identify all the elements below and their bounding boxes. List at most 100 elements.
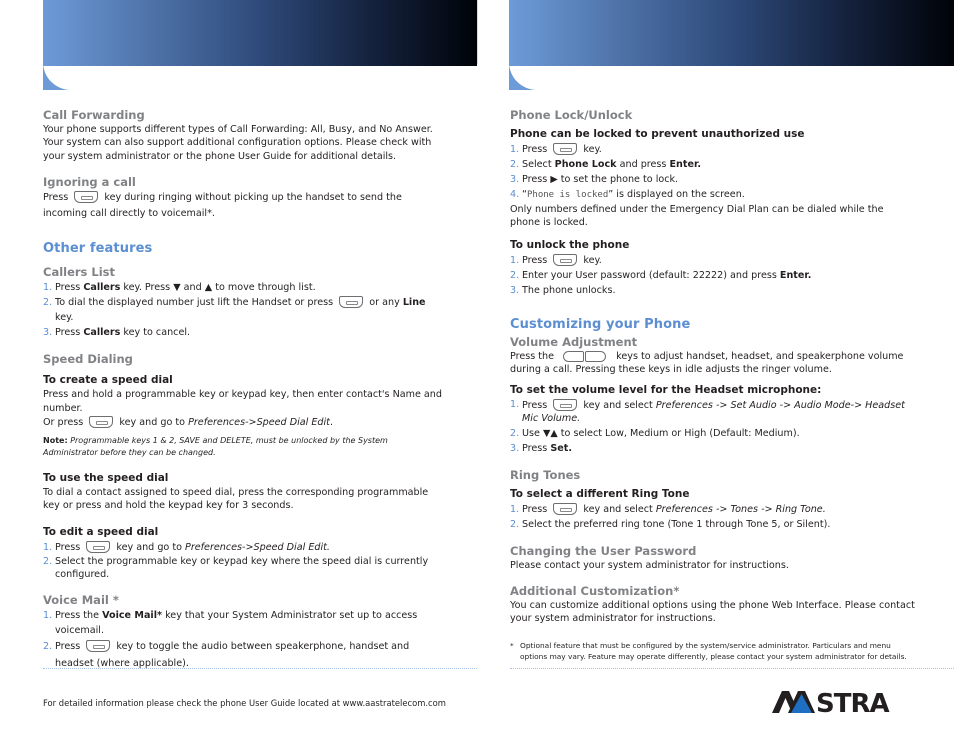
text-fragment: Press: [522, 174, 551, 185]
options-key-icon: [553, 143, 578, 155]
text-fragment: key to cancel.: [120, 327, 191, 339]
text-fragment: Use: [522, 427, 543, 439]
text-fragment: Select the preferred ring tone (Tone 1 t…: [522, 518, 831, 530]
voice-mail-steps: 1. Press the Voice Mail* key that your S…: [43, 608, 443, 672]
speaker-key-icon: [339, 296, 364, 309]
right-content: Phone Lock/Unlock Phone can be locked to…: [510, 108, 915, 662]
text-fragment: To dial the displayed number just lift t…: [55, 297, 337, 309]
text-fragment: Press: [522, 144, 548, 155]
set-label: Set.: [550, 442, 572, 454]
additional-text: You can customize additional options usi…: [510, 599, 915, 625]
text-fragment: Select: [522, 159, 555, 170]
text-fragment: to set the phone to lock.: [557, 174, 679, 185]
footer-text: For detailed information please check th…: [43, 698, 446, 708]
screen-message: Phone is locked: [526, 190, 609, 200]
list-item: 1. Press the Voice Mail* key that your S…: [43, 608, 443, 638]
note-label: Note:: [43, 435, 68, 445]
options-key-icon: [553, 502, 578, 515]
use-speed-dial-text: To dial a contact assigned to speed dial…: [43, 486, 429, 512]
banner-curve: [509, 66, 537, 90]
text-fragment: key and select: [583, 399, 653, 411]
unlock-steps: 1. Press key. 2. Enter your User passwor…: [510, 253, 915, 298]
step-number: 1.: [43, 610, 53, 622]
step-number: 2.: [510, 427, 520, 439]
text-fragment: Press: [522, 254, 548, 266]
voicemail-key-icon: [74, 190, 99, 203]
step-number: 2.: [43, 555, 53, 567]
additional-heading: Additional Customization*: [510, 583, 680, 598]
text-fragment: to select Low, Medium or High (Default: …: [557, 427, 800, 439]
dotted-separator: [510, 668, 954, 669]
list-item: 1. Press key and select Preferences -> T…: [510, 502, 915, 517]
call-forwarding-text: Your phone supports different types of C…: [43, 124, 433, 162]
text-fragment: key and go to: [119, 416, 185, 428]
list-item: 1. Press Callers key. Press ▼ and ▲ to m…: [43, 280, 443, 295]
text-fragment: and: [180, 282, 205, 294]
password-text: Please contact your system administrator…: [510, 559, 789, 571]
footnote-text: Optional feature that must be configured…: [520, 640, 907, 661]
down-arrow-icon: ▼: [173, 282, 181, 294]
step-number: 1.: [43, 282, 53, 294]
text-fragment: Press: [55, 541, 81, 553]
step-number: 1.: [43, 541, 53, 553]
unlock-subheading: To unlock the phone: [510, 238, 630, 251]
text-fragment: or any: [366, 297, 403, 309]
edit-speed-dial-steps: 1. Press key and go to Preferences->Spee…: [43, 540, 443, 582]
phone-lock-label: Phone Lock: [554, 159, 617, 170]
speaker-key-icon: [86, 640, 111, 653]
up-down-arrows-icon: ▼▲: [542, 427, 558, 439]
list-item: 1. Press key and select Preferences -> S…: [510, 398, 915, 426]
text-fragment: Press: [522, 442, 551, 454]
text-fragment: Press: [55, 641, 81, 653]
other-features-heading: Other features: [43, 240, 153, 256]
lock-subheading: Phone can be locked to prevent unauthori…: [510, 128, 805, 140]
use-speed-dial-heading: To use the speed dial: [43, 471, 169, 484]
ignoring-call-heading: Ignoring a call: [43, 174, 136, 189]
list-item: 3. The phone unlocks.: [510, 283, 915, 298]
list-item: 2. Select Phone Lock and press Enter.: [510, 157, 915, 172]
lock-note: Only numbers defined under the Emergency…: [510, 204, 884, 229]
callers-key-label: Callers: [83, 327, 121, 339]
create-speed-dial-heading: To create a speed dial: [43, 374, 173, 387]
line-key-label: Line: [402, 297, 426, 309]
aastra-logo: STRA: [772, 689, 890, 715]
phone-lock-heading: Phone Lock/Unlock: [510, 108, 633, 122]
ring-tone-subheading: To select a different Ring Tone: [510, 487, 690, 500]
options-key-icon: [86, 540, 111, 553]
text-fragment: ” is displayed on the screen.: [608, 189, 745, 200]
text-fragment: Enter your User password (default: 22222…: [522, 269, 780, 281]
step-number: 4.: [510, 189, 520, 200]
right-arrow-icon: ▶: [550, 174, 558, 185]
step-number: 2.: [43, 297, 53, 309]
callers-list-heading: Callers List: [43, 265, 116, 280]
step-number: 3.: [43, 327, 53, 339]
list-item: 2. Select the programmable key or keypad…: [43, 555, 443, 582]
ring-tones-heading: Ring Tones: [510, 467, 581, 482]
list-item: 2. Enter your User password (default: 22…: [510, 268, 915, 283]
options-key-icon: [89, 415, 114, 428]
enter-label: Enter.: [669, 159, 701, 170]
list-item: 2. Use ▼▲ to select Low, Medium or High …: [510, 426, 915, 441]
banner-curve: [43, 66, 71, 90]
text-fragment: Or press: [43, 416, 84, 428]
step-number: 1.: [510, 503, 520, 515]
step-number: 3.: [510, 174, 520, 185]
list-item: 2. Select the preferred ring tone (Tone …: [510, 517, 915, 532]
text-fragment: Select the programmable key or keypad ke…: [55, 555, 429, 580]
step-number: 1.: [510, 144, 520, 155]
list-item: 3. Press ▶ to set the phone to lock.: [510, 172, 915, 187]
password-heading: Changing the User Password: [510, 543, 697, 558]
text-fragment: key.: [583, 254, 602, 266]
text-fragment: Press: [43, 191, 69, 203]
text-fragment: The phone unlocks.: [522, 284, 616, 296]
step-number: 3.: [510, 284, 520, 296]
menu-path: Preferences->Speed Dial Edit: [188, 416, 330, 428]
callers-key-label: Callers: [83, 282, 121, 294]
volume-heading: Volume Adjustment: [510, 335, 638, 350]
list-item: 1. Press key.: [510, 253, 915, 268]
volume-keys-icon: [563, 351, 607, 363]
left-content: Call Forwarding Your phone supports diff…: [43, 108, 443, 672]
text-fragment: .: [329, 416, 333, 428]
create-speed-dial-text: Press and hold a programmable key or key…: [43, 389, 442, 414]
step-number: 1.: [510, 254, 520, 266]
